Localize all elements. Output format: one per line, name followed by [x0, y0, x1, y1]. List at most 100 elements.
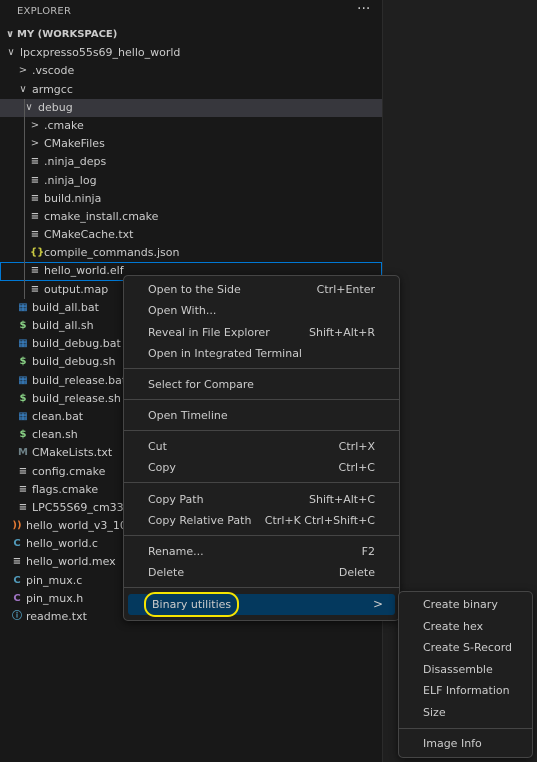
file-type-icon: ≡ — [30, 174, 40, 186]
tree-item-label: CMakeFiles — [44, 137, 105, 151]
submenu-item-create-binary[interactable]: Create binary — [403, 594, 528, 615]
tree-item-label: build_release.sh — [32, 391, 121, 405]
submenu-item-size[interactable]: Size — [403, 702, 528, 723]
menu-item-copy-relative-path[interactable]: Copy Relative Path Ctrl+K Ctrl+Shift+C — [128, 510, 395, 531]
tree-item-label: pin_mux.h — [26, 591, 84, 605]
tree-item-label: .ninja_log — [44, 173, 97, 187]
file-type-icon: ≡ — [18, 483, 28, 495]
tree-item-label: hello_world_v3_10 — [26, 519, 127, 533]
tree-item[interactable]: ≡ .ninja_log — [0, 172, 382, 190]
indent-guide — [24, 99, 25, 299]
tree-item[interactable]: ∨ debug — [0, 98, 382, 117]
menu-separator — [124, 368, 399, 369]
tree-item[interactable]: > .vscode — [0, 62, 382, 80]
menu-item-label: Reveal in File Explorer — [148, 326, 270, 339]
tree-item-label: CMakeCache.txt — [44, 228, 134, 242]
menu-separator — [124, 535, 399, 536]
tree-item-label: build_all.bat — [32, 300, 99, 314]
tree-item[interactable]: ≡ build.ninja — [0, 190, 382, 208]
menu-item-label: Open Timeline — [148, 409, 228, 422]
workspace-header[interactable]: ∨ MY (WORKSPACE) — [0, 26, 382, 44]
chevron-down-icon: ∨ — [19, 83, 27, 95]
tree-item-label: armgcc — [32, 82, 73, 96]
menu-item-label: Copy — [148, 461, 176, 474]
menu-item-copy-path[interactable]: Copy Path Shift+Alt+C — [128, 489, 395, 510]
file-type-icon: $ — [19, 429, 27, 441]
tree-item[interactable]: ∨ armgcc — [0, 81, 382, 99]
chevron-down-icon: ∨ — [25, 101, 33, 113]
menu-item-binary-utilities[interactable]: Binary utilities > — [128, 592, 395, 617]
tree-item[interactable]: ≡ CMakeCache.txt — [0, 226, 382, 244]
tree-item-label: clean.sh — [32, 428, 78, 442]
tree-item-label: flags.cmake — [32, 482, 99, 496]
tree-item-label: debug — [38, 100, 73, 114]
submenu-item-elf-information[interactable]: ELF Information — [403, 680, 528, 701]
more-actions-icon[interactable]: ··· — [357, 1, 370, 17]
menu-item-shortcut: Shift+Alt+C — [308, 493, 375, 506]
tree-item-label: CMakeLists.txt — [32, 446, 113, 460]
menu-item-open-with[interactable]: Open With... — [128, 300, 395, 321]
chevron-right-icon: > — [18, 65, 28, 77]
submenu-item-label: Create hex — [423, 620, 484, 633]
tree-item-label: build_debug.sh — [32, 355, 116, 369]
file-type-icon: ≡ — [30, 210, 40, 222]
tree-item[interactable]: ≡ .ninja_deps — [0, 153, 382, 171]
menu-item-label: Rename... — [148, 545, 204, 558]
file-type-icon: ⓘ — [12, 611, 22, 622]
menu-item-delete[interactable]: Delete Delete — [128, 562, 395, 583]
menu-item-cut[interactable]: Cut Ctrl+X — [128, 436, 395, 457]
tree-item[interactable]: > .cmake — [0, 117, 382, 135]
tree-item[interactable]: {} compile_commands.json — [0, 244, 382, 262]
menu-item-label: Open in Integrated Terminal — [148, 347, 302, 360]
menu-separator — [124, 587, 399, 588]
file-type-icon: ▦ — [18, 410, 28, 422]
submenu-item-create-s-record[interactable]: Create S-Record — [403, 637, 528, 658]
menu-item-select-for-compare[interactable]: Select for Compare — [128, 374, 395, 395]
submenu-item-image-info[interactable]: Image Info — [403, 733, 528, 754]
tree-item-label: .ninja_deps — [44, 155, 107, 169]
submenu-item-create-hex[interactable]: Create hex — [403, 616, 528, 637]
chevron-right-icon: > — [30, 119, 40, 131]
file-type-icon: ▦ — [18, 301, 28, 313]
file-type-icon: ≡ — [18, 501, 28, 513]
menu-item-shortcut: F2 — [361, 545, 375, 558]
tree-item-label: build_debug.bat — [32, 337, 121, 351]
tree-item-label: .vscode — [32, 64, 75, 78]
tree-item-label: readme.txt — [26, 610, 87, 623]
tree-item-label: build.ninja — [44, 191, 102, 205]
tree-item-label: hello_world.mex — [26, 555, 116, 569]
tree-item[interactable]: ≡ cmake_install.cmake — [0, 208, 382, 226]
tree-item[interactable]: ∨ lpcxpresso55s69_hello_world — [0, 44, 382, 62]
file-type-icon: ≡ — [30, 192, 40, 204]
tree-item-label: hello_world.c — [26, 537, 98, 551]
menu-item-copy[interactable]: Copy Ctrl+C — [128, 457, 395, 478]
menu-item-reveal-in-explorer[interactable]: Reveal in File Explorer Shift+Alt+R — [128, 322, 395, 343]
file-type-icon: C — [13, 538, 21, 550]
file-type-icon: ▦ — [18, 374, 28, 386]
explorer-title: EXPLORER — [17, 6, 72, 17]
file-type-icon: ≡ — [30, 156, 40, 168]
tree-item-label: output.map — [44, 282, 109, 296]
chevron-down-icon: ∨ — [5, 29, 15, 40]
menu-separator — [124, 399, 399, 400]
tree-item[interactable]: > CMakeFiles — [0, 135, 382, 153]
chevron-right-icon: > — [372, 597, 383, 611]
menu-item-open-to-side[interactable]: Open to the Side Ctrl+Enter — [128, 279, 395, 300]
menu-item-label: Delete — [148, 566, 185, 579]
menu-item-label: Open to the Side — [148, 283, 241, 296]
submenu-item-label: ELF Information — [423, 684, 510, 697]
chevron-right-icon: > — [30, 138, 40, 150]
submenu-item-disassemble[interactable]: Disassemble — [403, 659, 528, 680]
menu-item-label: Select for Compare — [148, 378, 254, 391]
tree-item-label: LPC55S69_cm33_ — [32, 500, 130, 514]
file-type-icon: C — [13, 592, 21, 604]
file-type-icon: ≡ — [30, 229, 40, 241]
tree-item-label: compile_commands.json — [44, 246, 180, 260]
file-type-icon: ≡ — [12, 556, 22, 568]
submenu-item-label: Size — [423, 706, 446, 719]
menu-item-shortcut: Delete — [338, 566, 375, 579]
menu-item-shortcut: Ctrl+C — [338, 461, 375, 474]
menu-item-rename[interactable]: Rename... F2 — [128, 541, 395, 562]
menu-item-open-timeline[interactable]: Open Timeline — [128, 405, 395, 426]
menu-item-open-in-terminal[interactable]: Open in Integrated Terminal — [128, 343, 395, 364]
